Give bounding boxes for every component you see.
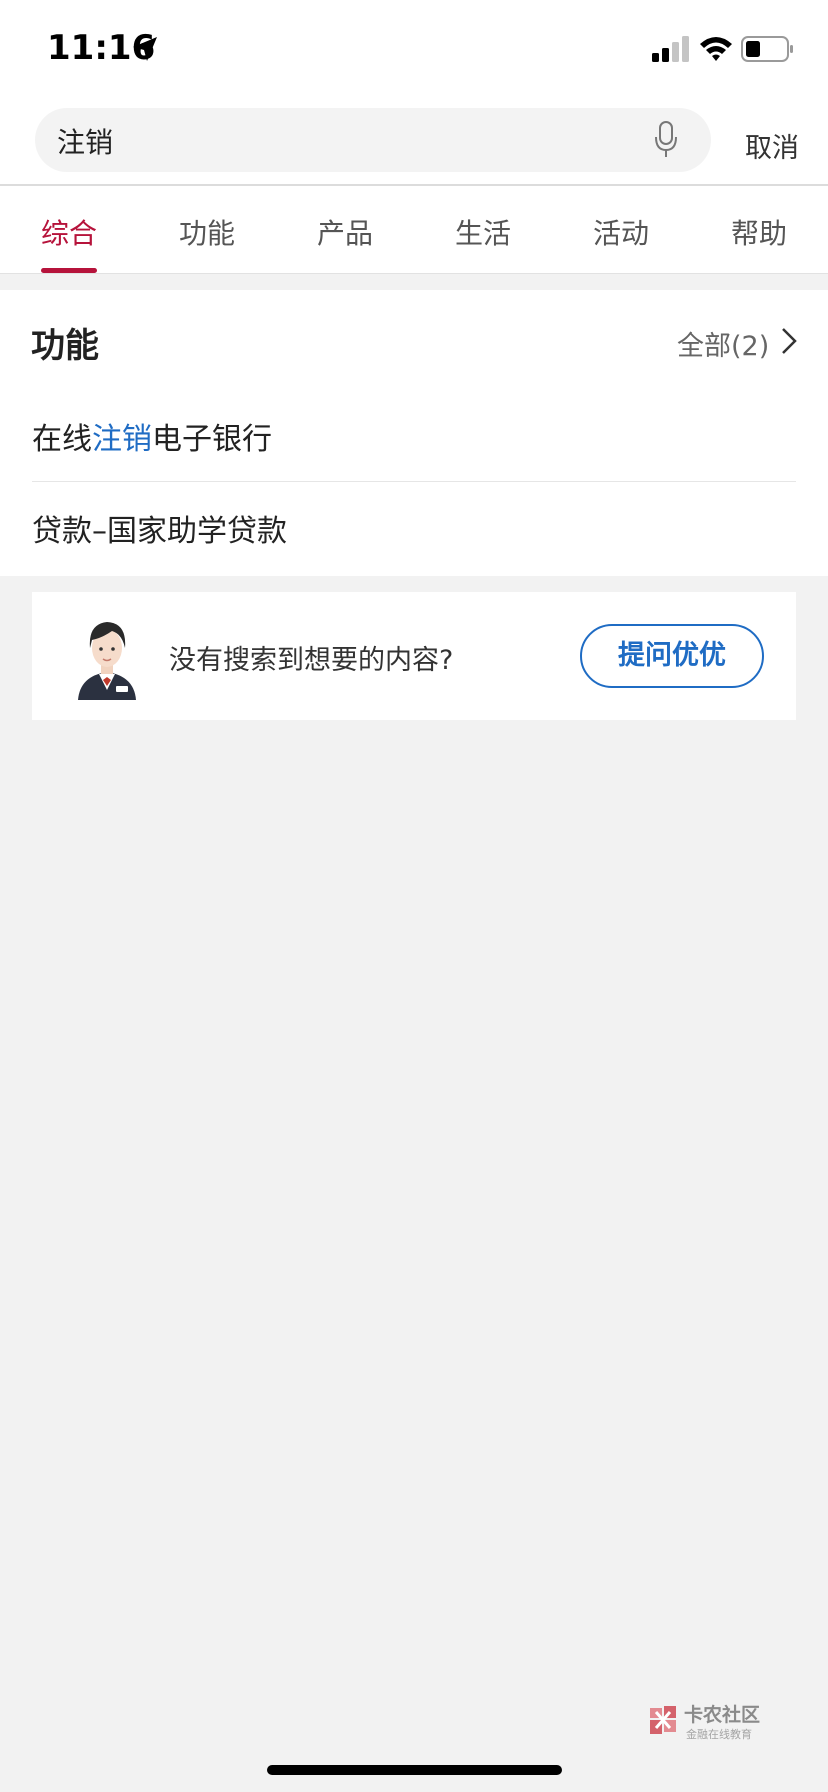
search-input[interactable]: 注销 <box>35 108 711 172</box>
tab-comprehensive[interactable]: 综合 <box>41 212 97 252</box>
tab-function[interactable]: 功能 <box>179 212 235 252</box>
microphone-icon[interactable] <box>653 120 679 160</box>
assistant-avatar <box>78 622 136 700</box>
screen: 11:16 注销 取消 综合 功能 产品 生活 活动 帮助 功能 全部(2) 在… <box>0 0 828 1792</box>
ask-prompt: 没有搜索到想要的内容? <box>169 645 454 676</box>
function-results-card: 功能 全部(2) 在线注销电子银行 贷款–国家助学贷款 <box>0 290 828 576</box>
result-item-online-cancel[interactable]: 在线注销电子银行 <box>32 414 272 458</box>
result-text-highlight: 注销 <box>92 422 152 457</box>
tab-product[interactable]: 产品 <box>317 212 373 252</box>
tab-help[interactable]: 帮助 <box>731 212 787 252</box>
watermark-logo-icon <box>650 1706 676 1734</box>
cellular-signal-icon <box>652 36 689 62</box>
search-query-text: 注销 <box>57 126 114 159</box>
cancel-button[interactable]: 取消 <box>745 126 799 165</box>
ask-assistant-button[interactable]: 提问优优 <box>580 624 764 688</box>
battery-icon <box>741 36 793 62</box>
result-text-prefix: 在线 <box>32 422 92 457</box>
category-tabs: 综合 功能 产品 生活 活动 帮助 <box>0 186 828 274</box>
status-bar: 11:16 <box>0 0 828 96</box>
ask-assistant-card: 没有搜索到想要的内容? 提问优优 <box>32 592 796 720</box>
home-indicator[interactable] <box>267 1765 562 1775</box>
watermark-subtitle: 金融在线教育 <box>686 1728 752 1741</box>
watermark-title: 卡农社区 <box>684 1704 761 1726</box>
wifi-icon <box>700 37 732 61</box>
search-header: 注销 取消 <box>0 96 828 184</box>
result-item-student-loan[interactable]: 贷款–国家助学贷款 <box>32 506 287 550</box>
view-all-link[interactable]: 全部(2) <box>677 324 769 363</box>
tab-life[interactable]: 生活 <box>455 212 511 252</box>
active-tab-indicator <box>41 268 97 273</box>
row-divider <box>32 481 796 482</box>
result-text-suffix: 电子银行 <box>152 422 272 457</box>
watermark: 卡农社区 金融在线教育 <box>646 1700 772 1744</box>
location-arrow-icon <box>133 37 157 61</box>
tab-activity[interactable]: 活动 <box>593 212 649 252</box>
section-title: 功能 <box>31 326 99 366</box>
chevron-right-icon[interactable] <box>780 326 798 356</box>
